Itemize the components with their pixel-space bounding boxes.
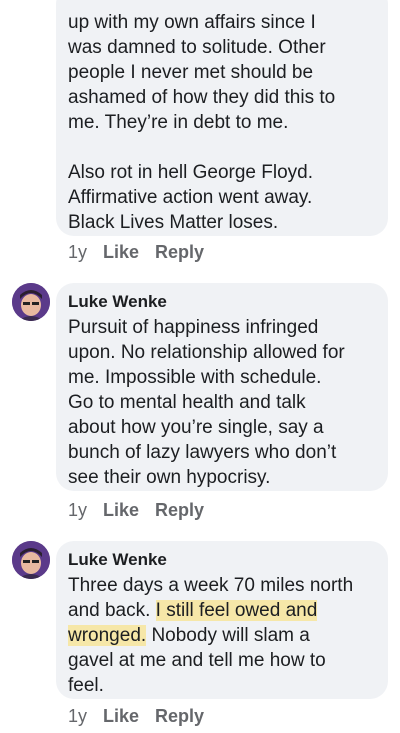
comment-author[interactable]: Luke Wenke (68, 549, 376, 571)
comment-time[interactable]: 1y (68, 242, 87, 263)
comment-author[interactable]: Luke Wenke (68, 291, 376, 313)
reply-button[interactable]: Reply (155, 706, 204, 727)
like-button[interactable]: Like (103, 500, 139, 521)
comment-text: Three days a week 70 miles north and bac… (68, 573, 376, 698)
comment-time[interactable]: 1y (68, 706, 87, 727)
avatar[interactable] (12, 283, 50, 321)
comment-time[interactable]: 1y (68, 500, 87, 521)
comment-bubble: up with my own affairs since I was damne… (56, 0, 388, 236)
comment-actions: 1y Like Reply (68, 500, 204, 521)
comment-text: up with my own affairs since I was damne… (68, 12, 336, 233)
like-button[interactable]: Like (103, 706, 139, 727)
comment-actions: 1y Like Reply (68, 706, 204, 727)
comment-text: Pursuit of happiness infringed upon. No … (68, 317, 345, 488)
comment-bubble: Luke Wenke Pursuit of happiness infringe… (56, 283, 388, 491)
comment-actions: 1y Like Reply (68, 242, 204, 263)
reply-button[interactable]: Reply (155, 242, 204, 263)
avatar[interactable] (12, 541, 50, 579)
comment-bubble: Luke Wenke Three days a week 70 miles no… (56, 541, 388, 699)
reply-button[interactable]: Reply (155, 500, 204, 521)
like-button[interactable]: Like (103, 242, 139, 263)
